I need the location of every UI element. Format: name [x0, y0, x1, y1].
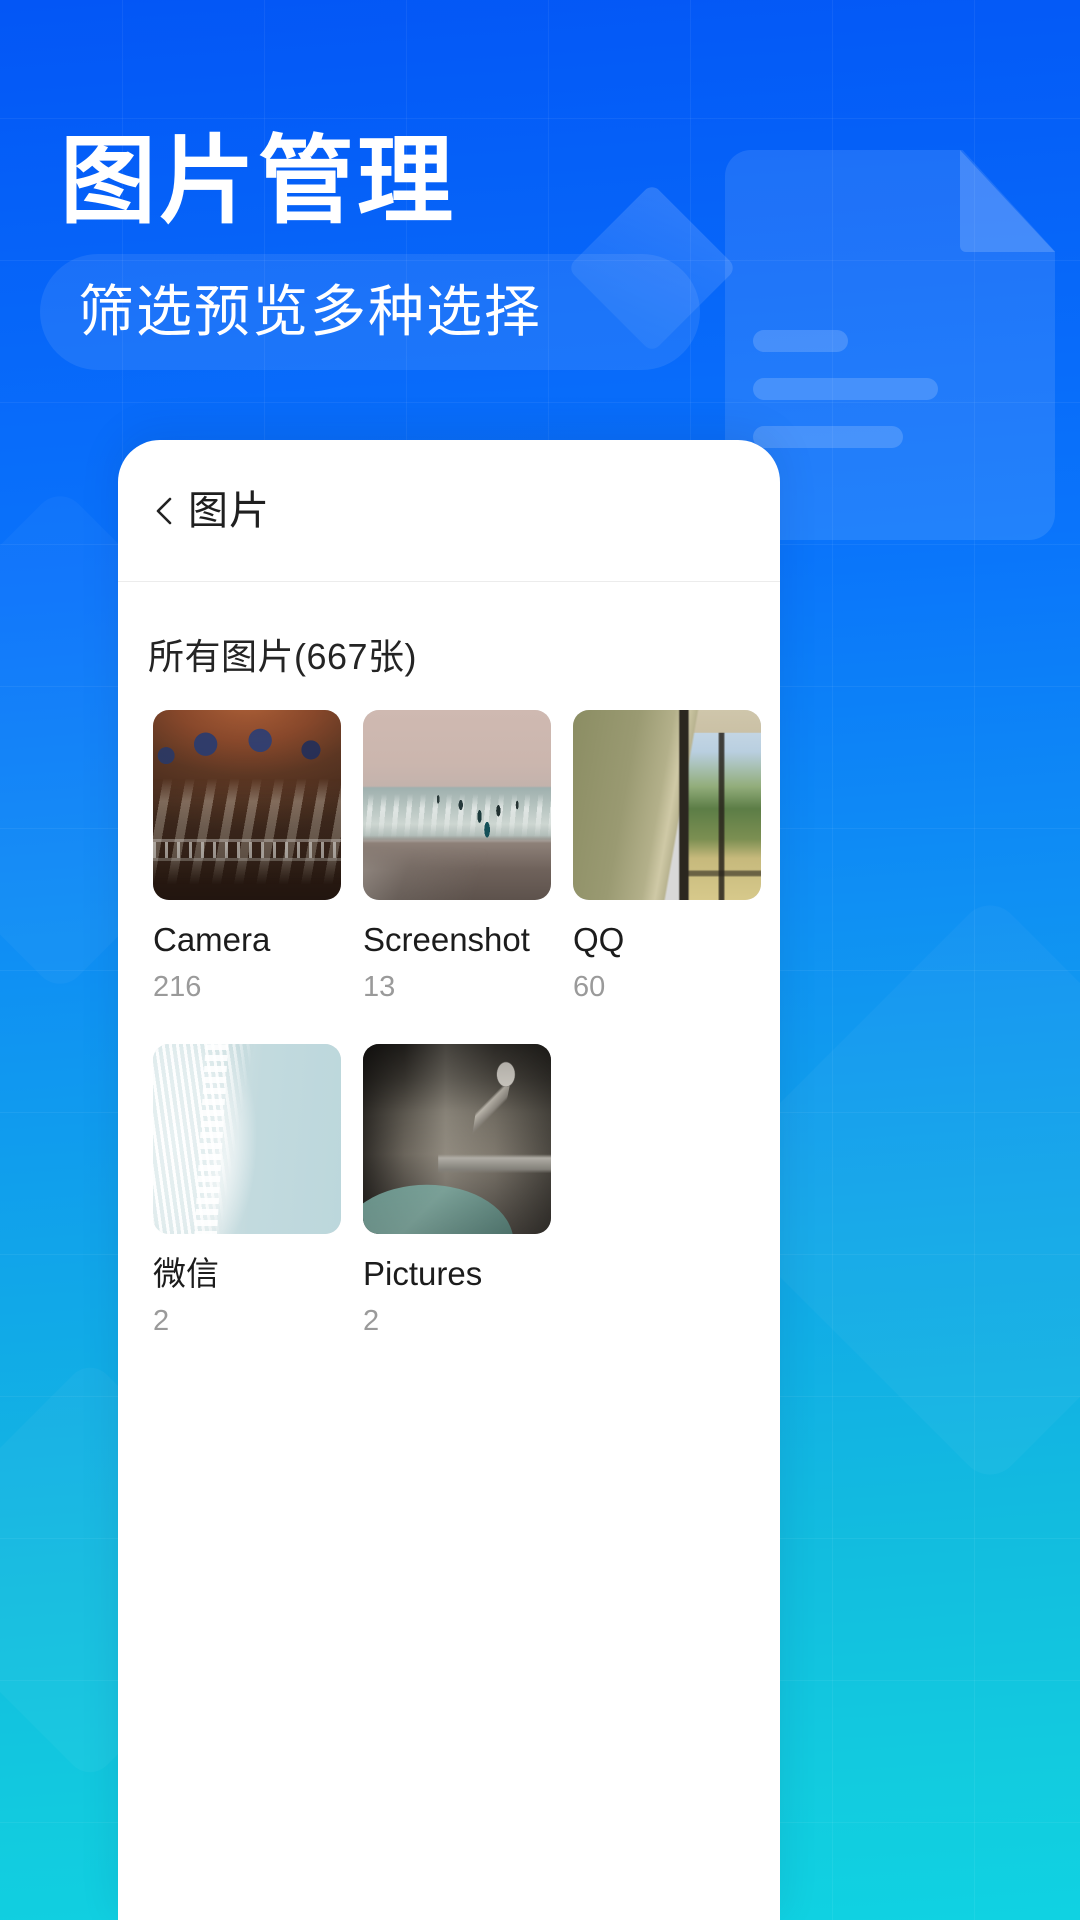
album-count: 216: [153, 971, 202, 1004]
album-thumbnail[interactable]: [573, 710, 761, 900]
thumbnail-art-layer: [363, 1044, 551, 1235]
album-item-camera[interactable]: Camera 216: [153, 710, 341, 1004]
album-row: Camera 216 Screenshot 13 QQ 60: [142, 710, 761, 1044]
page-subtitle: 筛选预览多种选择: [78, 280, 542, 343]
album-item-screenshot[interactable]: Screenshot 13: [363, 710, 551, 1004]
phone-mockup-card: 图片 所有图片(667张) Camera 216 Screenshot 13 Q…: [118, 440, 780, 1920]
album-thumbnail[interactable]: [153, 710, 341, 900]
album-item-pictures[interactable]: Pictures 2: [363, 1044, 551, 1338]
document-text-line: [753, 330, 848, 352]
album-name: 微信: [153, 1255, 219, 1293]
album-thumbnail[interactable]: [153, 1044, 341, 1235]
document-fold-corner: [960, 150, 1055, 252]
album-name: Camera: [153, 921, 271, 958]
thumbnail-art-layer: [363, 710, 551, 900]
album-grid: Camera 216 Screenshot 13 QQ 60 微信 2 Pict…: [118, 710, 780, 1378]
album-count: 2: [363, 1305, 380, 1338]
thumbnail-art-layer: [153, 710, 341, 900]
page-title: 图片管理: [60, 128, 456, 235]
document-text-line: [753, 378, 938, 400]
nav-title: 图片: [188, 488, 270, 533]
chevron-left-icon[interactable]: [148, 494, 182, 528]
thumbnail-art-layer: [153, 1044, 341, 1235]
album-thumbnail[interactable]: [363, 710, 551, 900]
album-row: 微信 2 Pictures 2: [142, 1044, 756, 1378]
app-navigation-bar: 图片: [118, 440, 780, 582]
album-count: 60: [573, 971, 606, 1004]
album-name: Pictures: [363, 1255, 483, 1293]
album-name: QQ: [573, 921, 625, 958]
album-item-qq[interactable]: QQ 60: [573, 710, 761, 1004]
thumbnail-art-layer: [573, 710, 761, 900]
section-label: 所有图片(667张): [148, 636, 418, 677]
album-thumbnail[interactable]: [363, 1044, 551, 1235]
album-count: 13: [363, 971, 396, 1004]
album-name: Screenshot: [363, 921, 530, 958]
album-item-wechat[interactable]: 微信 2: [153, 1044, 341, 1338]
album-count: 2: [153, 1305, 170, 1338]
